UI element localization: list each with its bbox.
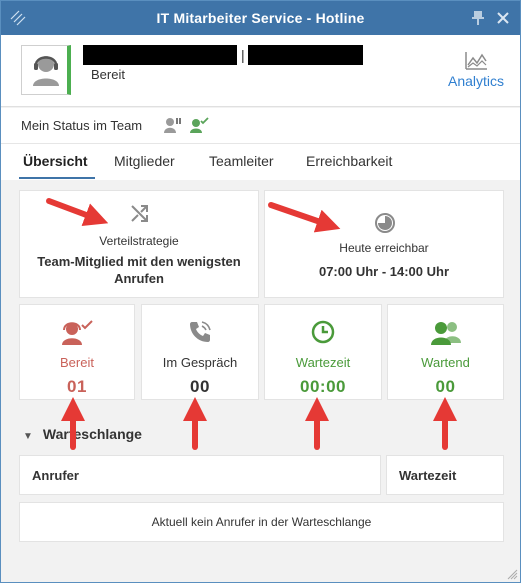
queue-title: Warteschlange <box>42 426 142 442</box>
chart-icon <box>465 52 487 70</box>
wait-column-label: Wartezeit <box>399 468 457 483</box>
agent-avatar-icon <box>33 56 59 86</box>
reachable-value: 07:00 Uhr - 14:00 Uhr <box>318 264 450 279</box>
stat-card-wait-time[interactable]: Wartezeit 00:00 <box>264 304 382 400</box>
app-window: IT Mitarbeiter Service - Hotline | Berei… <box>0 0 521 583</box>
queue-column-wait[interactable]: Wartezeit <box>386 455 504 495</box>
stat-wait-time-label: Wartezeit <box>295 355 351 370</box>
queue-toggle[interactable]: ▼ Warteschlange <box>23 426 142 442</box>
tab-mitglieder[interactable]: Mitglieder <box>114 153 175 169</box>
stat-ready-label: Bereit <box>60 355 94 370</box>
shuffle-icon <box>131 205 148 222</box>
strategy-value: Team-Mitglied mit den wenigsten Anrufen <box>37 254 241 286</box>
team-status-row: Mein Status im Team <box>1 108 520 144</box>
stat-ready-value: 01 <box>67 377 87 396</box>
active-tab-indicator <box>19 177 95 179</box>
tab-uebersicht[interactable]: Übersicht <box>23 153 88 169</box>
clock-icon <box>311 320 335 344</box>
stat-card-in-call[interactable]: Im Gespräch 00 <box>141 304 259 400</box>
analytics-label: Analytics <box>447 73 505 89</box>
reachable-label: Heute erreichbar <box>339 241 429 255</box>
team-status-label: Mein Status im Team <box>21 118 143 133</box>
title-bar[interactable]: IT Mitarbeiter Service - Hotline <box>1 1 520 35</box>
avatar[interactable] <box>21 45 71 95</box>
stat-waiting-value: 00 <box>435 377 456 396</box>
strategy-label: Verteilstrategie <box>99 234 179 248</box>
distribution-strategy-card: Verteilstrategie Team-Mitglied mit den w… <box>19 190 259 298</box>
tab-erreichbarkeit[interactable]: Erreichbarkeit <box>306 153 392 169</box>
analytics-button[interactable]: Analytics <box>441 51 511 89</box>
queue-empty-message: Aktuell kein Anrufer in der Warteschlang… <box>19 502 504 542</box>
stat-card-waiting[interactable]: Wartend 00 <box>387 304 504 400</box>
queue-column-caller[interactable]: Anrufer <box>19 455 381 495</box>
resize-grip-icon[interactable] <box>506 568 518 580</box>
tab-bar: Übersicht Mitglieder Teamleiter Erreichb… <box>1 144 520 180</box>
users-icon <box>430 322 461 345</box>
stat-wait-time-value: 00:00 <box>300 377 346 396</box>
agent-status: Bereit <box>91 67 125 82</box>
window-title: IT Mitarbeiter Service - Hotline <box>156 10 365 26</box>
stat-waiting-label: Wartend <box>421 355 470 370</box>
reachability-card: Heute erreichbar 07:00 Uhr - 14:00 Uhr <box>264 190 504 298</box>
redacted-extension <box>248 45 363 65</box>
tab-teamleiter[interactable]: Teamleiter <box>209 153 274 169</box>
pin-icon[interactable] <box>471 9 485 27</box>
redacted-name <box>83 45 237 65</box>
stat-in-call-value: 00 <box>190 377 210 396</box>
close-icon[interactable] <box>495 10 511 26</box>
user-available-icon[interactable] <box>189 117 209 133</box>
stat-in-call-label: Im Gespräch <box>162 355 238 370</box>
name-separator: | <box>241 47 245 63</box>
caller-column-label: Anrufer <box>32 468 79 483</box>
agent-header: | Bereit Analytics <box>1 35 520 107</box>
headset-check-icon <box>62 320 93 345</box>
stat-card-ready[interactable]: Bereit 01 <box>19 304 135 400</box>
clock-pie-icon <box>375 213 395 233</box>
phone-icon <box>190 321 211 342</box>
user-pause-icon[interactable] <box>163 117 181 133</box>
collapse-triangle-icon: ▼ <box>23 431 33 442</box>
